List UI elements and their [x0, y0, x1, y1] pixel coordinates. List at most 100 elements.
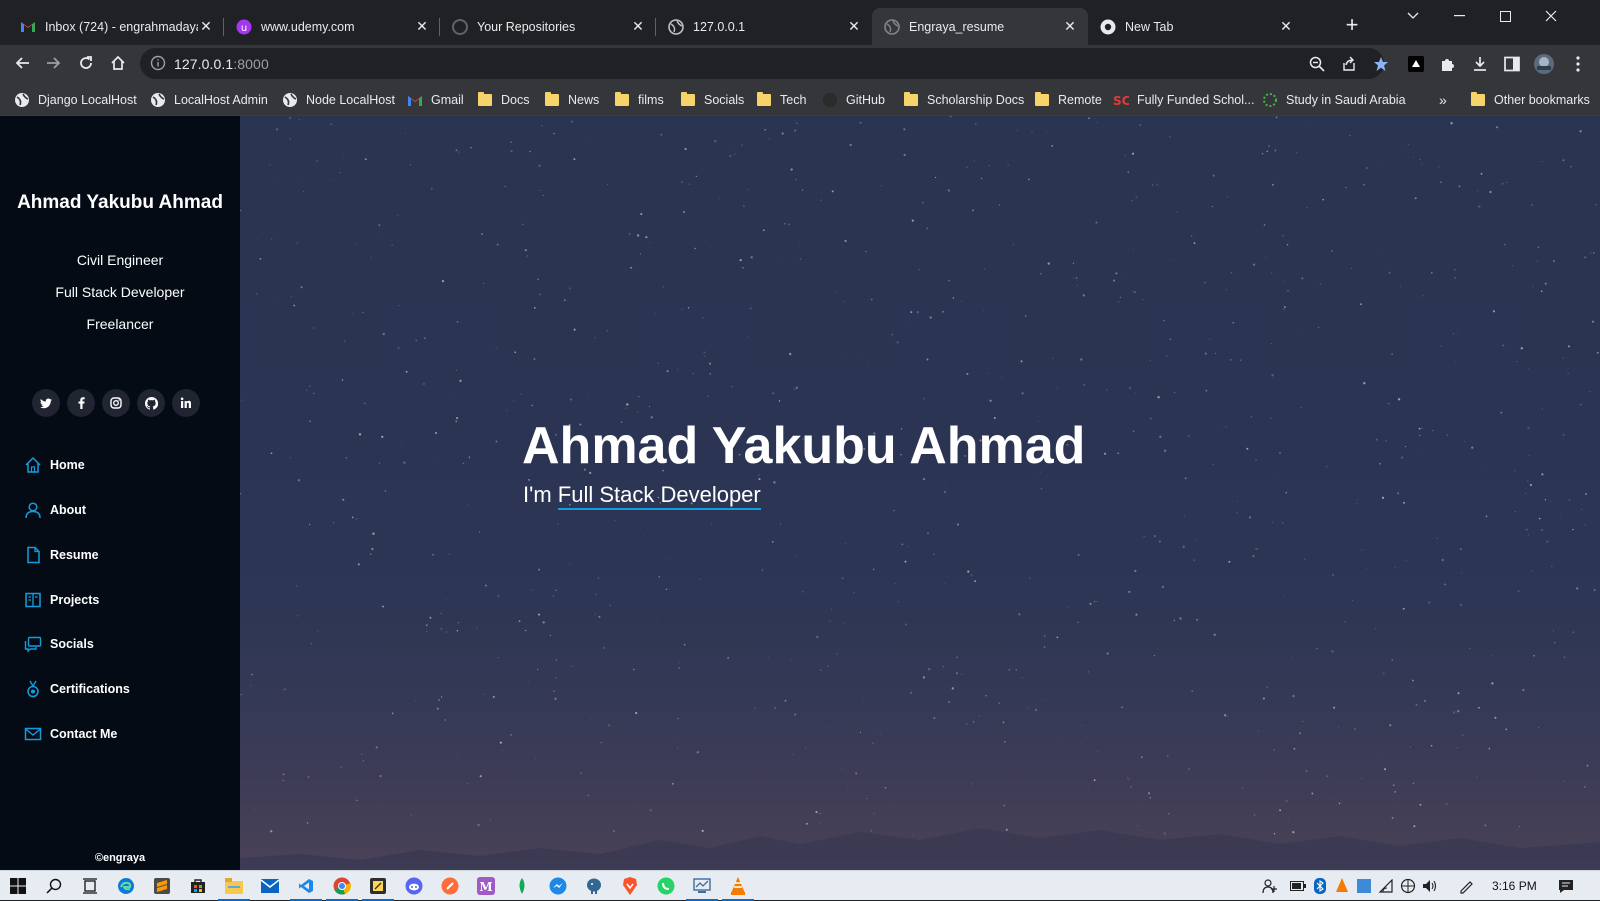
- home-icon[interactable]: [104, 49, 132, 77]
- bookmark-news[interactable]: News: [544, 90, 599, 110]
- bookmark-docs[interactable]: Docs: [477, 90, 529, 110]
- forward-icon[interactable]: [40, 49, 68, 77]
- windows-start-icon[interactable]: [8, 876, 28, 896]
- folder-icon: [903, 92, 919, 108]
- bookmark-star-icon[interactable]: [1372, 55, 1390, 73]
- pgadmin-icon[interactable]: [686, 876, 718, 901]
- bookmark-scholarship-docs[interactable]: Scholarship Docs: [903, 90, 1024, 110]
- facebook-icon[interactable]: [67, 389, 95, 417]
- nav-projects[interactable]: Projects: [24, 590, 99, 610]
- wifi-icon[interactable]: [1378, 878, 1394, 894]
- nav-label: Projects: [50, 593, 100, 607]
- close-tab-icon[interactable]: ✕: [846, 18, 862, 35]
- chrome-icon[interactable]: [326, 876, 358, 901]
- bookmark-django-localhost[interactable]: Django LocalHost: [14, 90, 137, 110]
- network-icon[interactable]: [1400, 878, 1416, 894]
- close-tab-icon[interactable]: ✕: [198, 18, 214, 35]
- mail-icon[interactable]: [260, 876, 280, 896]
- task-view-icon[interactable]: [80, 876, 100, 896]
- pen-icon[interactable]: [1458, 878, 1474, 894]
- zoom-icon[interactable]: [1308, 55, 1326, 73]
- bookmark-github[interactable]: GitHub: [822, 90, 885, 110]
- close-tab-icon[interactable]: ✕: [414, 18, 430, 35]
- tab-search-icon[interactable]: [1390, 0, 1436, 32]
- tab-engraya-resume[interactable]: Engraya_resume ✕: [872, 8, 1088, 45]
- maximize-icon[interactable]: [1482, 0, 1528, 32]
- postman-icon[interactable]: [440, 876, 460, 896]
- close-tab-icon[interactable]: ✕: [1062, 18, 1078, 35]
- share-icon[interactable]: [1340, 55, 1358, 73]
- bookmark-remote[interactable]: Remote: [1034, 90, 1102, 110]
- tab-localhost[interactable]: 127.0.0.1 ✕: [656, 8, 872, 45]
- whatsapp-icon[interactable]: [656, 876, 676, 896]
- new-tab-button[interactable]: +: [1340, 14, 1364, 38]
- close-tab-icon[interactable]: ✕: [1278, 18, 1294, 35]
- hero-section: Ahmad Yakubu Ahmad I'm Full Stack Develo…: [240, 116, 1600, 870]
- url-text[interactable]: 127.0.0.1:8000: [174, 56, 269, 72]
- notification-app-icon[interactable]: [1356, 878, 1372, 894]
- discord-icon[interactable]: [404, 876, 424, 896]
- twitter-icon[interactable]: [32, 389, 60, 417]
- messenger-icon[interactable]: [548, 876, 568, 896]
- medal-icon: [24, 680, 42, 698]
- bookmark-label: Study in Saudi Arabia: [1286, 93, 1406, 107]
- extension-icon[interactable]: [1406, 54, 1426, 74]
- minimize-icon[interactable]: [1436, 0, 1482, 32]
- instagram-icon[interactable]: [102, 389, 130, 417]
- github-icon[interactable]: [137, 389, 165, 417]
- nav-resume[interactable]: Resume: [24, 545, 99, 565]
- brave-icon[interactable]: [620, 876, 640, 896]
- bookmark-localhost-admin[interactable]: LocalHost Admin: [150, 90, 268, 110]
- github-icon: [822, 92, 838, 108]
- puzzle-icon[interactable]: [1438, 54, 1458, 74]
- bluetooth-icon[interactable]: [1312, 878, 1328, 894]
- side-panel-icon[interactable]: [1502, 54, 1522, 74]
- close-tab-icon[interactable]: ✕: [630, 18, 646, 35]
- other-bookmarks[interactable]: Other bookmarks: [1470, 90, 1590, 110]
- maxthon-icon[interactable]: M: [476, 876, 496, 896]
- store-icon[interactable]: [188, 876, 208, 896]
- window-close-icon[interactable]: [1528, 0, 1574, 32]
- bookmark-study-saudi[interactable]: Study in Saudi Arabia: [1262, 90, 1406, 110]
- back-icon[interactable]: [8, 49, 36, 77]
- postgres-icon[interactable]: [584, 876, 604, 896]
- linkedin-icon[interactable]: [172, 389, 200, 417]
- mongodb-icon[interactable]: [512, 876, 532, 896]
- vlc-icon[interactable]: [722, 876, 754, 901]
- nav-socials[interactable]: Socials: [24, 634, 94, 654]
- bookmark-socials[interactable]: Socials: [680, 90, 744, 110]
- vscode-icon[interactable]: [290, 876, 322, 901]
- edge-icon[interactable]: [116, 876, 136, 896]
- people-icon[interactable]: [1262, 878, 1278, 894]
- nav-about[interactable]: About: [24, 500, 86, 520]
- search-icon[interactable]: [44, 876, 64, 896]
- sublime-icon[interactable]: [152, 876, 172, 896]
- nav-contact[interactable]: Contact Me: [24, 724, 117, 744]
- nav-home[interactable]: Home: [24, 455, 85, 475]
- profile-avatar[interactable]: [1534, 54, 1554, 74]
- home-icon: [24, 456, 42, 474]
- taskbar-clock[interactable]: 3:16 PM: [1492, 879, 1537, 893]
- notes-icon[interactable]: [362, 876, 394, 901]
- address-bar[interactable]: 127.0.0.1:8000: [140, 48, 1388, 79]
- download-icon[interactable]: [1470, 54, 1490, 74]
- info-icon[interactable]: [150, 55, 166, 71]
- tab-gmail[interactable]: Inbox (724) - engrahmadaya@ ✕: [8, 8, 224, 45]
- reload-icon[interactable]: [72, 49, 100, 77]
- menu-icon[interactable]: [1568, 54, 1588, 74]
- bookmark-tech[interactable]: Tech: [756, 90, 806, 110]
- tab-udemy[interactable]: u www.udemy.com ✕: [224, 8, 440, 45]
- bookmark-fully-funded[interactable]: SC Fully Funded Schol...: [1113, 90, 1254, 110]
- volume-icon[interactable]: [1422, 878, 1438, 894]
- bookmarks-overflow-button[interactable]: »: [1439, 90, 1447, 110]
- bookmark-node-localhost[interactable]: Node LocalHost: [282, 90, 395, 110]
- file-explorer-icon[interactable]: [218, 876, 250, 901]
- bookmark-label: Docs: [501, 93, 530, 107]
- nav-certifications[interactable]: Certifications: [24, 679, 130, 699]
- tab-new-tab[interactable]: New Tab ✕: [1088, 8, 1304, 45]
- vlc-tray-icon[interactable]: [1334, 878, 1350, 894]
- action-center-icon[interactable]: [1558, 878, 1574, 894]
- bookmark-films[interactable]: films: [614, 90, 664, 110]
- bookmark-gmail[interactable]: Gmail: [407, 90, 464, 110]
- tab-github[interactable]: Your Repositories ✕: [440, 8, 656, 45]
